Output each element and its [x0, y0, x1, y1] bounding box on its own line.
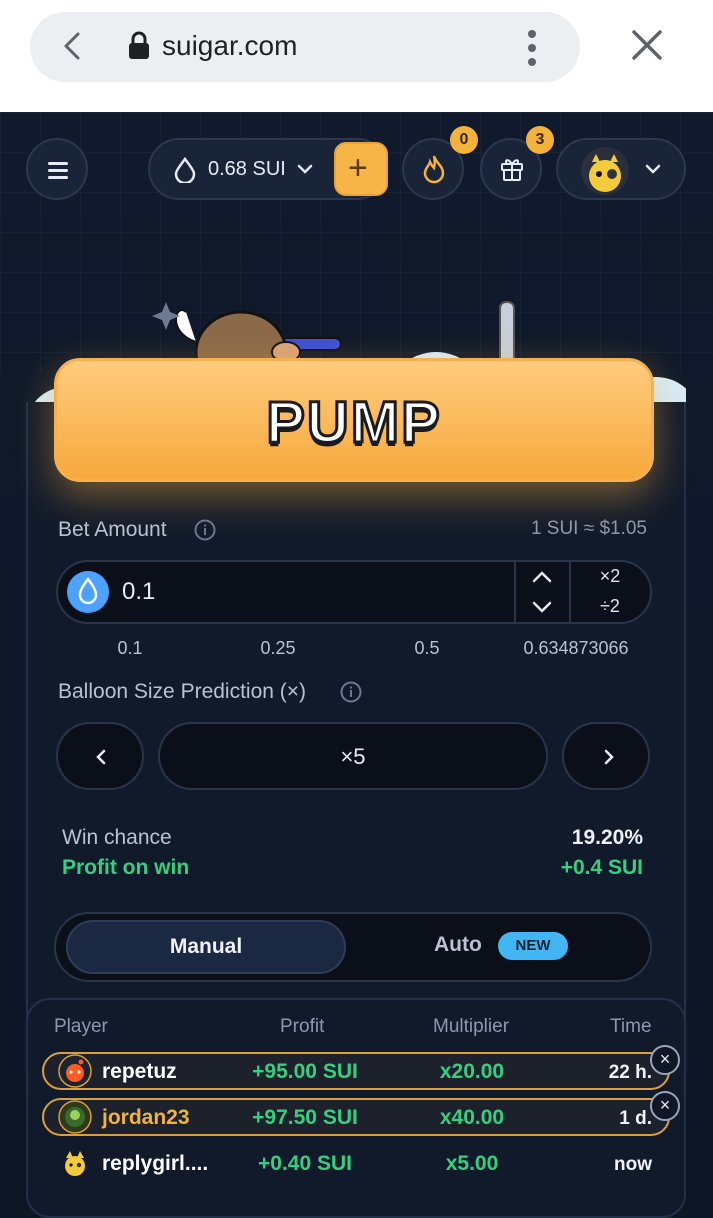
back-icon[interactable] — [56, 28, 92, 64]
info-icon[interactable] — [194, 519, 216, 541]
win-chance-label: Win chance — [62, 826, 172, 849]
info-icon[interactable] — [340, 681, 362, 703]
balloon-size-field[interactable]: ×5 — [158, 722, 548, 790]
player-avatar — [65, 1151, 85, 1176]
bet-amount-input[interactable]: 0.1 — [122, 578, 155, 606]
divider — [514, 562, 516, 622]
address-bar[interactable]: suigar.com — [30, 12, 580, 82]
browser-toolbar: suigar.com — [0, 0, 713, 112]
increase-bet-icon[interactable] — [528, 568, 556, 586]
lock-icon — [129, 31, 149, 59]
multiplier-value: x20.00 — [439, 1060, 505, 1083]
url-text[interactable]: suigar.com — [162, 30, 297, 62]
manual-mode-tab[interactable]: Manual — [66, 920, 346, 974]
quick-bet-option[interactable]: 0.5 — [397, 638, 457, 659]
balance-amount: 0.68 SUI — [208, 158, 286, 180]
dismiss-row-button[interactable]: × — [650, 1045, 680, 1075]
dismiss-row-button[interactable]: × — [650, 1091, 680, 1121]
profit-value: +97.50 SUI — [252, 1106, 358, 1129]
menu-icon-bar — [48, 176, 68, 179]
decrease-bet-icon[interactable] — [528, 598, 556, 616]
balloon-size-label: Balloon Size Prediction (×) — [58, 680, 307, 703]
profit-value: +0.40 SUI — [258, 1152, 352, 1175]
profit-value: +95.00 SUI — [252, 1060, 358, 1083]
more-vert-icon[interactable] — [524, 28, 540, 68]
time-value: now — [614, 1154, 652, 1175]
column-header-time: Time — [610, 1016, 652, 1037]
double-bet-button[interactable]: ×2 — [588, 566, 632, 587]
sui-coin-icon — [67, 571, 109, 613]
plus-icon: + — [348, 149, 368, 187]
exchange-rate: 1 SUI ≈ $1.05 — [530, 518, 647, 539]
player-name[interactable]: replygirl.... — [102, 1152, 208, 1176]
quick-bet-option[interactable]: 0.25 — [248, 638, 308, 659]
column-header-player: Player — [54, 1016, 108, 1037]
player-avatar — [58, 1100, 92, 1134]
gift-count-badge: 3 — [526, 126, 554, 154]
column-header-multiplier: Multiplier — [433, 1016, 510, 1037]
player-name[interactable]: jordan23 — [102, 1106, 190, 1130]
multiplier-value: x40.00 — [439, 1106, 505, 1129]
drop-icon — [174, 157, 196, 183]
prev-size-button[interactable] — [56, 722, 144, 790]
time-value: 22 h. — [608, 1062, 652, 1083]
chevron-right-icon — [604, 749, 614, 765]
balloon-size-value: ×5 — [340, 744, 366, 769]
fire-icon — [423, 155, 445, 184]
profit-on-win-label: Profit on win — [62, 856, 190, 879]
fire-count-badge: 0 — [450, 126, 478, 154]
pump-button[interactable]: PUMP — [54, 358, 654, 482]
quick-bet-option[interactable]: 0.1 — [100, 638, 160, 659]
chevron-down-icon — [297, 164, 313, 174]
user-avatar[interactable] — [580, 146, 630, 196]
time-value: 1 d. — [619, 1108, 652, 1129]
close-icon[interactable] — [630, 28, 664, 62]
bet-amount-label: Bet Amount — [58, 518, 167, 541]
quick-bet-max[interactable]: 0.634873066 — [506, 638, 646, 659]
halve-bet-button[interactable]: ÷2 — [588, 596, 632, 617]
player-avatar — [58, 1054, 92, 1088]
deposit-button[interactable]: + — [334, 142, 388, 196]
chevron-down-icon — [645, 164, 661, 174]
profit-on-win-value: +0.4 SUI — [560, 856, 643, 879]
game-app: 0.68 SUI + 0 3 PUMP Bet Amount 1 SUI ≈ $… — [0, 112, 713, 1218]
manual-mode-label: Manual — [169, 935, 243, 958]
next-size-button[interactable] — [562, 722, 650, 790]
menu-icon — [48, 162, 68, 165]
multiplier-value: x5.00 — [445, 1152, 499, 1175]
pump-label: PUMP — [265, 389, 442, 457]
win-chance-value: 19.20% — [571, 826, 643, 849]
column-header-profit: Profit — [280, 1016, 325, 1037]
player-name[interactable]: repetuz — [102, 1060, 177, 1084]
menu-icon-bar — [48, 169, 68, 172]
menu-button[interactable] — [26, 138, 88, 200]
gift-icon — [501, 159, 523, 181]
divider — [569, 562, 571, 622]
chevron-left-icon — [96, 749, 106, 765]
auto-mode-tab[interactable]: Auto — [434, 933, 482, 957]
new-badge: NEW — [498, 932, 568, 960]
